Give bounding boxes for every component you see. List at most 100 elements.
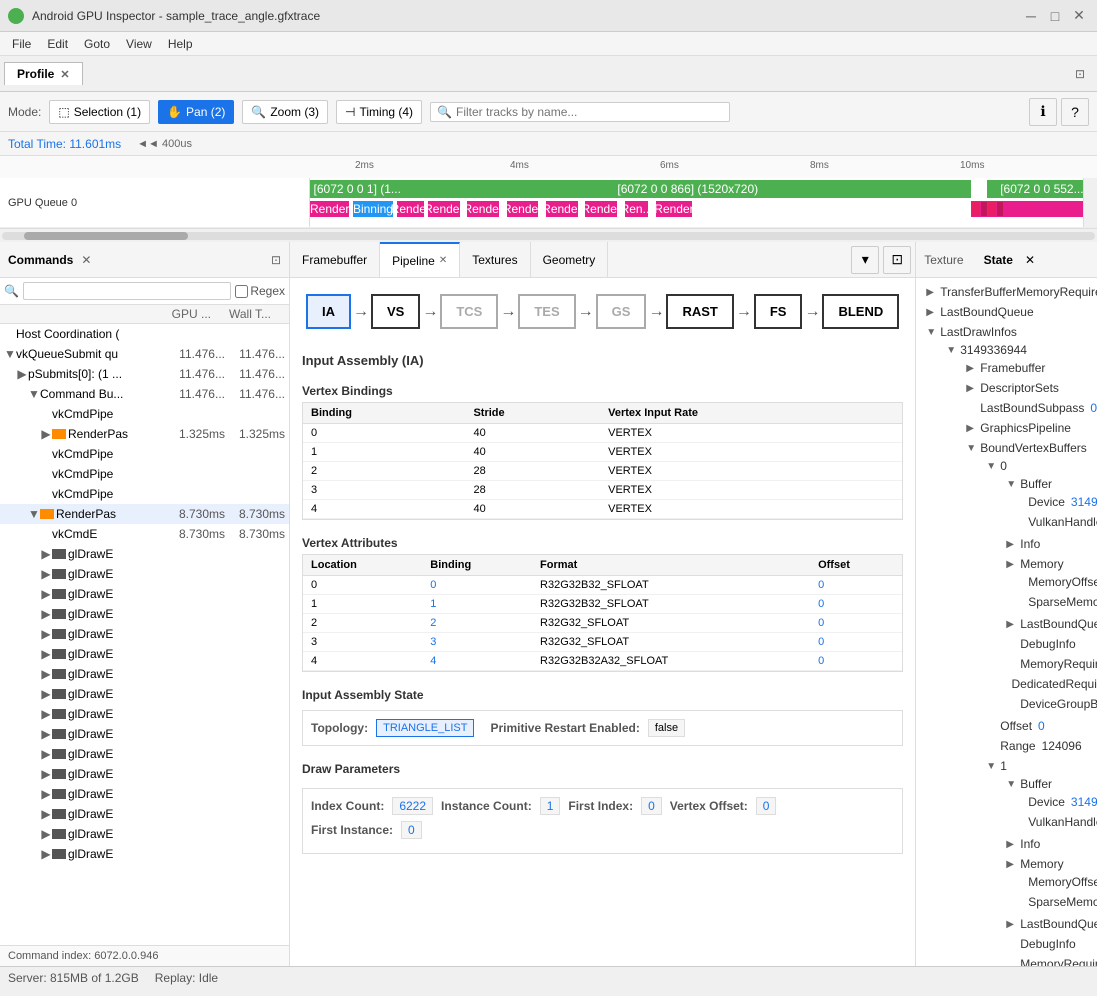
- cmd-row-gldraw-7[interactable]: ▶glDrawE: [0, 664, 289, 684]
- cmd-row-renderpass1[interactable]: ▶ RenderPas 1.325ms 1.325ms: [0, 424, 289, 444]
- regex-checkbox-label[interactable]: Regex: [235, 284, 285, 298]
- cmd-row-gldraw-15[interactable]: ▶glDrawE: [0, 824, 289, 844]
- cmd-row-gldraw-8[interactable]: ▶glDrawE: [0, 684, 289, 704]
- segment-2[interactable]: [6072 0 0 552...: [987, 180, 1097, 198]
- node-offset-0[interactable]: Offset 0: [980, 716, 1097, 736]
- node-debuginfo-0[interactable]: DebugInfo: [1000, 634, 1097, 654]
- node-memoffset-0[interactable]: MemoryOffset 12964288: [1020, 572, 1097, 592]
- info-button[interactable]: ℹ: [1029, 98, 1057, 126]
- node-graphicspipeline[interactable]: ▶ GraphicsPipeline: [960, 418, 1097, 438]
- cmd-row-renderpass2[interactable]: ▼ RenderPas 8.730ms 8.730ms: [0, 504, 289, 524]
- node-range-0[interactable]: Range 124096: [980, 736, 1097, 756]
- scroll-thumb[interactable]: [24, 232, 188, 240]
- cmd-row-gldraw-5[interactable]: ▶glDrawE: [0, 624, 289, 644]
- render-seg-3[interactable]: Render: [428, 201, 459, 217]
- profile-tab-close[interactable]: ✕: [60, 68, 69, 81]
- render-seg-6[interactable]: Render: [546, 201, 577, 217]
- cmd-row-vkcmdpipe1[interactable]: vkCmdPipe: [0, 404, 289, 424]
- tab-textures[interactable]: Textures: [460, 242, 530, 277]
- stage-fs[interactable]: FS: [754, 294, 803, 329]
- node-devgrpbind-0[interactable]: DeviceGroupBinding: [1000, 694, 1097, 714]
- node-memreq-0[interactable]: MemoryRequirements: [1000, 654, 1097, 674]
- tab-pipeline[interactable]: Pipeline ✕: [380, 242, 460, 277]
- help-button[interactable]: ?: [1061, 98, 1089, 126]
- cmd-row-psubmits[interactable]: ▶ pSubmits[0]: (1 ... 11.476... 11.476..…: [0, 364, 289, 384]
- node-buffer-0[interactable]: ▼ Buffer: [1000, 474, 1097, 534]
- node-sparse-1[interactable]: SparseMemoryBindings: [1020, 892, 1097, 912]
- cmd-row-gldraw-3[interactable]: ▶glDrawE: [0, 584, 289, 604]
- state-tree[interactable]: ▶ TransferBufferMemoryRequirements ▶ Las…: [916, 278, 1097, 966]
- cmd-row-gldraw-16[interactable]: ▶glDrawE: [0, 844, 289, 864]
- node-lbq-0[interactable]: ▶ LastBoundQueue: [1000, 614, 1097, 634]
- cmd-row-gldraw-4[interactable]: ▶glDrawE: [0, 604, 289, 624]
- close-button[interactable]: ✕: [1069, 6, 1089, 26]
- node-lbq-1[interactable]: ▶ LastBoundQueue: [1000, 914, 1097, 934]
- pan-mode-button[interactable]: ✋ Pan (2): [158, 100, 234, 124]
- timeline-scroll[interactable]: [0, 228, 1097, 242]
- node-lastboundqueue-top[interactable]: ▶ LastBoundQueue: [920, 302, 1097, 322]
- track-search-input[interactable]: [456, 105, 723, 119]
- node-framebuffer[interactable]: ▶ Framebuffer: [960, 358, 1097, 378]
- cmd-row-gldraw-2[interactable]: ▶glDrawE: [0, 564, 289, 584]
- pipeline-dropdown-button[interactable]: ▾: [851, 246, 879, 274]
- scroll-track[interactable]: [2, 232, 1095, 240]
- menu-view[interactable]: View: [118, 35, 160, 53]
- render-seg-4[interactable]: Render: [467, 201, 498, 217]
- node-vulkanhandle-1[interactable]: VulkanHandle 148399209...: [1020, 812, 1097, 832]
- render-seg-2[interactable]: Render: [397, 201, 425, 217]
- track-search-box[interactable]: 🔍: [430, 102, 730, 122]
- commands-panel-close[interactable]: ✕: [81, 253, 91, 267]
- render-seg-0[interactable]: Render: [310, 201, 349, 217]
- node-bvb-0[interactable]: ▼ 0 ▼ Buffer: [980, 456, 1097, 716]
- node-device-1[interactable]: Device 3149342640: [1020, 792, 1097, 812]
- node-memoffset-1[interactable]: MemoryOffset 12964288: [1020, 872, 1097, 892]
- cmd-row-gldraw-11[interactable]: ▶glDrawE: [0, 744, 289, 764]
- stage-rast[interactable]: RAST: [666, 294, 733, 329]
- stage-tcs[interactable]: TCS: [440, 294, 498, 329]
- segment-0[interactable]: [6072 0 0 1] (1...: [310, 180, 404, 198]
- node-transfer[interactable]: ▶ TransferBufferMemoryRequirements: [920, 282, 1097, 302]
- menu-goto[interactable]: Goto: [76, 35, 118, 53]
- stage-gs[interactable]: GS: [596, 294, 647, 329]
- render-seg-8[interactable]: Ren...: [625, 201, 649, 217]
- cmd-row-gldraw-9[interactable]: ▶glDrawE: [0, 704, 289, 724]
- menu-file[interactable]: File: [4, 35, 39, 53]
- tab-geometry[interactable]: Geometry: [531, 242, 609, 277]
- segment-1[interactable]: [6072 0 0 866] (1520x720): [404, 180, 971, 198]
- cmd-row-gldraw-1[interactable]: ▶glDrawE: [0, 544, 289, 564]
- node-lastdrawinfos[interactable]: ▼ LastDrawInfos ▼ 3149336944 ▶: [920, 322, 1097, 966]
- node-memory-1[interactable]: ▶ Memory: [1000, 854, 1097, 914]
- cmd-row-gldraw-14[interactable]: ▶glDrawE: [0, 804, 289, 824]
- stage-vs[interactable]: VS: [371, 294, 420, 329]
- timing-mode-button[interactable]: ⊣ Timing (4): [336, 100, 422, 124]
- cmd-row-vkcmdpipe4[interactable]: vkCmdPipe: [0, 484, 289, 504]
- render-seg-9[interactable]: Render: [656, 201, 691, 217]
- node-info-1[interactable]: ▶ Info: [1000, 834, 1097, 854]
- menu-help[interactable]: Help: [160, 35, 201, 53]
- render-seg-1[interactable]: Binning: [353, 201, 392, 217]
- gpu-queue-content[interactable]: [6072 0 0 1] (1... [6072 0 0 866] (1520x…: [310, 178, 1097, 227]
- render-seg-7[interactable]: Render: [585, 201, 616, 217]
- node-boundvertexbuffers[interactable]: ▼ BoundVertexBuffers ▼ 0: [960, 438, 1097, 966]
- node-info-0[interactable]: ▶ Info: [1000, 534, 1097, 554]
- node-dedicatedreq-0[interactable]: DedicatedRequirements: [1000, 674, 1097, 694]
- state-panel-close[interactable]: ✕: [1025, 253, 1035, 267]
- node-memory-0[interactable]: ▶ Memory: [1000, 554, 1097, 614]
- zoom-mode-button[interactable]: 🔍 Zoom (3): [242, 100, 328, 124]
- maximize-button[interactable]: □: [1045, 6, 1065, 26]
- cmd-row-gldraw-6[interactable]: ▶glDrawE: [0, 644, 289, 664]
- cmd-row-vkcmdpipe2[interactable]: vkCmdPipe: [0, 444, 289, 464]
- track-scrollbar[interactable]: [1083, 178, 1097, 227]
- render-seg-5[interactable]: Render: [507, 201, 538, 217]
- render-dense[interactable]: [971, 201, 1097, 217]
- cmd-row-vkcmdpipe3[interactable]: vkCmdPipe: [0, 464, 289, 484]
- node-debuginfo-1[interactable]: DebugInfo: [1000, 934, 1097, 954]
- cmd-row-gldraw-12[interactable]: ▶glDrawE: [0, 764, 289, 784]
- node-device-0[interactable]: Device 3149342640: [1020, 492, 1097, 512]
- cmd-row-cmdbuf[interactable]: ▼ Command Bu... 11.476... 11.476...: [0, 384, 289, 404]
- cmd-row-gldraw-10[interactable]: ▶glDrawE: [0, 724, 289, 744]
- node-buffer-1[interactable]: ▼ Buffer: [1000, 774, 1097, 834]
- node-vulkanhandle-0[interactable]: VulkanHandle 148399209...: [1020, 512, 1097, 532]
- node-3149336944[interactable]: ▼ 3149336944 ▶ Framebuffer: [940, 340, 1097, 966]
- cmd-row-vkcmde[interactable]: vkCmdE 8.730ms 8.730ms: [0, 524, 289, 544]
